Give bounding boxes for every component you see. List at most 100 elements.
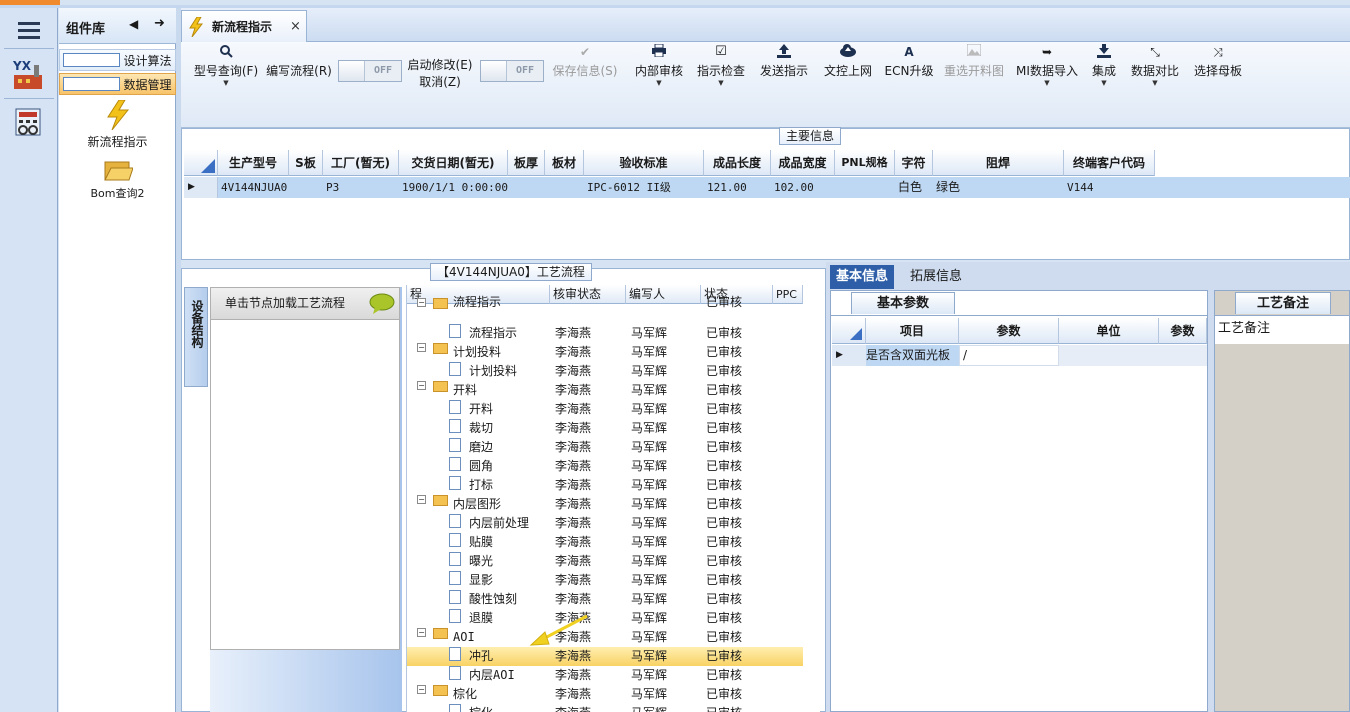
hamburger-menu-icon[interactable]: [7, 12, 51, 48]
tree-row[interactable]: 磨边 李海燕 马军辉 已审核: [407, 438, 803, 457]
column-header[interactable]: 终端客户代码: [1064, 150, 1155, 176]
cell-customer-code[interactable]: V144: [1064, 177, 1094, 198]
cell-width[interactable]: 102.00: [771, 177, 814, 198]
cell-param[interactable]: /: [959, 345, 1059, 366]
collapse-node-icon[interactable]: −: [417, 343, 426, 352]
cell-solder-mask[interactable]: 绿色: [933, 177, 960, 198]
node-content-area[interactable]: [210, 320, 400, 650]
tree-row[interactable]: 退膜 李海燕 马军辉 已审核: [407, 609, 803, 628]
data-compare-button[interactable]: ⤡ 数据对比 ▼: [1127, 42, 1183, 102]
internal-review-button[interactable]: 内部审核 ▼: [631, 42, 687, 102]
cell-model[interactable]: 4V144NJUA0: [218, 177, 287, 198]
doc-control-online-label: 文控上网: [823, 64, 872, 78]
start-modify-button[interactable]: 启动修改(E) 取消(Z): [405, 42, 475, 102]
collapse-left-icon[interactable]: ◀: [129, 17, 138, 31]
cell-delivery-date[interactable]: 1900/1/1 0:00:00: [399, 177, 508, 198]
column-header[interactable]: 字符: [895, 150, 933, 176]
collapse-node-icon[interactable]: −: [417, 495, 426, 504]
cell-writer: 马军辉: [631, 592, 668, 606]
grid-corner[interactable]: [184, 150, 218, 176]
cell-reviewer: 李海燕: [555, 497, 592, 511]
tree-row[interactable]: 计划投料 李海燕 马军辉 已审核: [407, 362, 803, 381]
write-flow-toggle[interactable]: OFF: [338, 60, 402, 82]
tree-row[interactable]: 冲孔 李海燕 马军辉 已审核: [407, 647, 803, 666]
tab-basic-params[interactable]: 基本参数: [851, 292, 955, 314]
tree-row[interactable]: 圆角 李海燕 马军辉 已审核: [407, 457, 803, 476]
column-header[interactable]: 阻焊: [933, 150, 1064, 176]
tree-row[interactable]: − 计划投料 李海燕 马军辉 已审核: [407, 343, 803, 362]
tab-extended-info[interactable]: 拓展信息: [904, 265, 968, 289]
column-header[interactable]: 板厚: [508, 150, 545, 176]
modify-toggle[interactable]: OFF: [480, 60, 544, 82]
tree-row[interactable]: 流程指示 李海燕 马军辉 已审核: [407, 324, 803, 343]
new-flow-shortcut[interactable]: 新流程指示: [59, 99, 176, 150]
tree-row[interactable]: 酸性蚀刻 李海燕 马军辉 已审核: [407, 590, 803, 609]
column-header[interactable]: 交货日期(暂无): [399, 150, 508, 176]
tab-basic-info[interactable]: 基本信息: [830, 265, 895, 289]
calculator-icon[interactable]: [7, 102, 51, 142]
column-header[interactable]: 参数: [1159, 318, 1207, 344]
cell-unit[interactable]: [1059, 345, 1159, 366]
collapse-node-icon[interactable]: −: [417, 628, 426, 637]
tree-row[interactable]: 内层前处理 李海燕 马军辉 已审核: [407, 514, 803, 533]
column-header[interactable]: 成品宽度: [771, 150, 835, 176]
tab-process-remark[interactable]: 工艺备注: [1235, 292, 1331, 314]
column-header[interactable]: 单位: [1059, 318, 1159, 344]
component-item-data-management[interactable]: 数据管理: [59, 73, 176, 95]
tree-row[interactable]: 内层AOI 李海燕 马军辉 已审核: [407, 666, 803, 685]
tab-close-icon[interactable]: ×: [290, 19, 301, 34]
model-query-button[interactable]: 型号查询(F) ▼: [186, 42, 266, 102]
tree-row[interactable]: − 内层图形 李海燕 马军辉 已审核: [407, 495, 803, 514]
table-row[interactable]: [184, 177, 1350, 198]
grid-corner[interactable]: [832, 318, 866, 344]
mi-data-import-button[interactable]: ➥ MI数据导入 ▼: [1015, 42, 1079, 102]
tree-row[interactable]: 显影 李海燕 马军辉 已审核: [407, 571, 803, 590]
tree-row[interactable]: − AOI 李海燕 马军辉 已审核: [407, 628, 803, 647]
cell-status: 已审核: [706, 459, 743, 473]
column-header[interactable]: S板: [289, 150, 323, 176]
instruction-check-button[interactable]: ☑ 指示检查 ▼: [693, 42, 749, 102]
pin-icon[interactable]: ➜: [154, 16, 165, 31]
import-icon: ➥: [1041, 45, 1053, 59]
column-header[interactable]: PNL规格: [835, 150, 895, 176]
tree-row[interactable]: 打标 李海燕 马军辉 已审核: [407, 476, 803, 495]
cell-param2[interactable]: [1159, 345, 1207, 366]
tree-row[interactable]: 裁切 李海燕 马军辉 已审核: [407, 419, 803, 438]
cell-status: 已审核: [706, 630, 743, 644]
column-header[interactable]: 参数: [959, 318, 1059, 344]
cell-length[interactable]: 121.00: [704, 177, 747, 198]
tree-row[interactable]: 曝光 李海燕 马军辉 已审核: [407, 552, 803, 571]
collapse-node-icon[interactable]: −: [417, 381, 426, 390]
column-header[interactable]: 生产型号: [218, 150, 289, 176]
tree-row[interactable]: 棕化 李海燕 马军辉 已审核: [407, 704, 803, 712]
send-instruction-button[interactable]: 发送指示: [757, 42, 811, 102]
tree-row[interactable]: − 流程指示 已审核: [407, 295, 803, 312]
tree-row[interactable]: 贴膜 李海燕 马军辉 已审核: [407, 533, 803, 552]
column-header[interactable]: 工厂(暂无): [323, 150, 399, 176]
bom-query-shortcut[interactable]: Bom查询2: [59, 158, 176, 201]
column-header[interactable]: 验收标准: [584, 150, 704, 176]
collapse-node-icon[interactable]: −: [417, 298, 426, 307]
integrate-button[interactable]: 集成 ▼: [1087, 42, 1121, 102]
column-header[interactable]: 项目: [866, 318, 959, 344]
save-info-button[interactable]: ✔ 保存信息(S): [549, 42, 621, 102]
column-header[interactable]: 板材: [545, 150, 584, 176]
ecn-upgrade-button[interactable]: A ECN升级: [883, 42, 935, 102]
collapse-node-icon[interactable]: −: [417, 685, 426, 694]
tree-row[interactable]: − 开料 李海燕 马军辉 已审核: [407, 381, 803, 400]
factory-logo-icon[interactable]: YX: [7, 54, 51, 94]
write-flow-button[interactable]: 编写流程(R): [263, 42, 335, 102]
select-motherboard-button[interactable]: ⤨ 选择母板: [1191, 42, 1245, 102]
cell-acceptance-standard[interactable]: IPC-6012 II级: [584, 177, 671, 198]
cell-factory[interactable]: P3: [323, 177, 339, 198]
equipment-structure-tab[interactable]: 设备结构: [184, 287, 208, 387]
component-item-design[interactable]: 设计算法: [59, 49, 176, 71]
reselect-cutting-image-button[interactable]: 重选开料图: [941, 42, 1007, 102]
column-header[interactable]: 成品长度: [704, 150, 771, 176]
cell-legend-color[interactable]: 白色: [895, 177, 922, 198]
cell-item[interactable]: 是否含双面光板: [866, 345, 959, 366]
tab-new-flow[interactable]: 新流程指示 ×: [181, 10, 307, 42]
tree-row[interactable]: − 棕化 李海燕 马军辉 已审核: [407, 685, 803, 704]
tree-row[interactable]: 开料 李海燕 马军辉 已审核: [407, 400, 803, 419]
doc-control-online-button[interactable]: 文控上网: [821, 42, 875, 102]
